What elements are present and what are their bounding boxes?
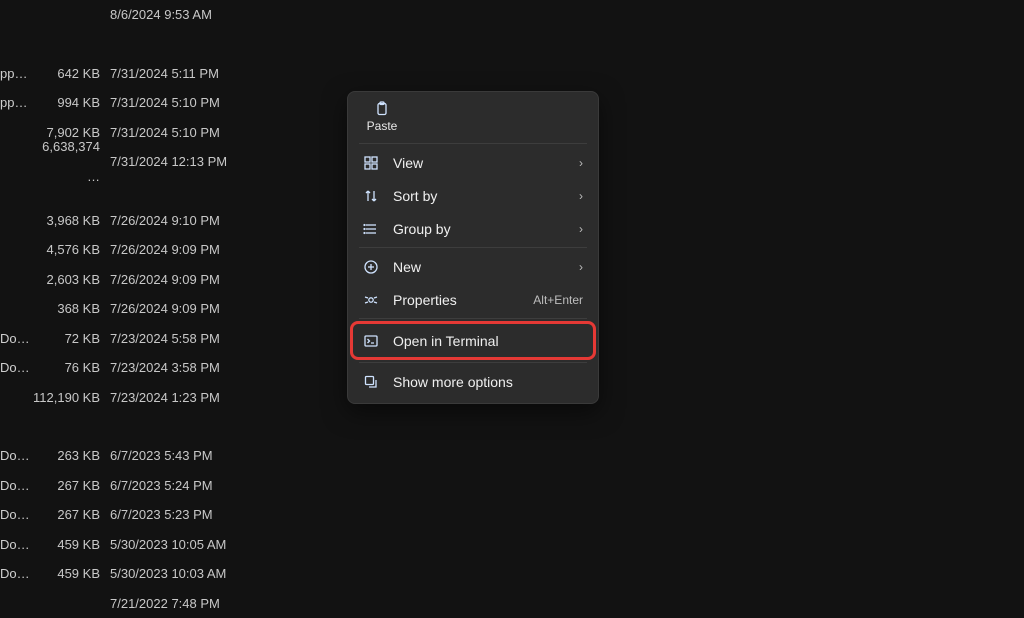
menu-open-in-terminal[interactable]: Open in Terminal	[350, 321, 596, 360]
separator	[359, 247, 587, 248]
file-size-cell: 112,190 KB	[30, 383, 110, 413]
table-row[interactable]: Do…267 KB6/7/2023 5:23 PM	[0, 500, 1024, 530]
file-date-cell: 6/7/2023 5:43 PM	[110, 441, 260, 471]
context-menu-top-row: Paste	[353, 97, 593, 141]
menu-group-by[interactable]: Group by ›	[353, 212, 593, 245]
file-date-cell: 8/6/2024 9:53 AM	[110, 0, 260, 30]
file-date-cell: 7/31/2024 12:13 PM	[110, 147, 260, 177]
table-row[interactable]: 7/21/2022 7:48 PM	[0, 589, 1024, 618]
menu-new[interactable]: New ›	[353, 250, 593, 283]
view-icon	[363, 155, 379, 171]
menu-more-label: Show more options	[393, 374, 583, 390]
file-date-cell: 6/7/2023 5:24 PM	[110, 471, 260, 501]
file-date-cell: 7/31/2024 5:11 PM	[110, 59, 260, 89]
file-date-cell: 5/30/2023 10:05 AM	[110, 530, 260, 560]
file-name-cell: Do…	[0, 471, 30, 501]
file-size-cell: 368 KB	[30, 294, 110, 324]
more-options-icon	[363, 374, 379, 390]
file-name-cell: Do…	[0, 324, 30, 354]
file-date-cell: 7/23/2024 1:23 PM	[110, 383, 260, 413]
file-size-cell: 994 KB	[30, 88, 110, 118]
table-row[interactable]: Do…263 KB6/7/2023 5:43 PM	[0, 441, 1024, 471]
terminal-icon	[363, 333, 379, 349]
menu-open-terminal-label: Open in Terminal	[393, 333, 583, 349]
menu-group-label: Group by	[393, 221, 565, 237]
paste-label: Paste	[367, 119, 398, 133]
menu-properties-shortcut: Alt+Enter	[533, 293, 583, 307]
menu-view-label: View	[393, 155, 565, 171]
file-date-cell: 7/21/2022 7:48 PM	[110, 589, 260, 618]
file-size-cell: 267 KB	[30, 500, 110, 530]
table-row[interactable]: Do…459 KB5/30/2023 10:05 AM	[0, 530, 1024, 560]
file-name-cell: Do…	[0, 441, 30, 471]
table-row[interactable]: Do…459 KB5/30/2023 10:03 AM	[0, 559, 1024, 589]
file-size-cell: 2,603 KB	[30, 265, 110, 295]
table-row[interactable]: 8/6/2024 9:53 AM	[0, 0, 1024, 30]
file-date-cell: 6/7/2023 5:23 PM	[110, 500, 260, 530]
menu-new-label: New	[393, 259, 565, 275]
group-icon	[363, 221, 379, 237]
menu-view[interactable]: View ›	[353, 146, 593, 179]
file-size-cell: 642 KB	[30, 59, 110, 89]
file-name-cell: pp…	[0, 59, 30, 89]
new-icon	[363, 259, 379, 275]
separator	[359, 318, 587, 319]
table-row	[0, 412, 1024, 441]
file-name-cell: Do…	[0, 530, 30, 560]
paste-icon	[374, 101, 390, 117]
file-size-cell: 6,638,374 …	[30, 132, 110, 191]
properties-icon	[363, 292, 379, 308]
file-date-cell: 7/26/2024 9:09 PM	[110, 235, 260, 265]
separator	[359, 143, 587, 144]
file-name-cell: Do…	[0, 500, 30, 530]
chevron-right-icon: ›	[579, 222, 583, 236]
chevron-right-icon: ›	[579, 189, 583, 203]
file-size-cell: 72 KB	[30, 324, 110, 354]
file-date-cell: 7/31/2024 5:10 PM	[110, 88, 260, 118]
file-date-cell: 7/23/2024 3:58 PM	[110, 353, 260, 383]
menu-properties-label: Properties	[393, 292, 519, 308]
file-date-cell: 7/31/2024 5:10 PM	[110, 118, 260, 148]
file-size-cell: 267 KB	[30, 471, 110, 501]
context-menu: Paste View › Sort by › Group by › New ›	[347, 91, 599, 404]
file-size-cell: 76 KB	[30, 353, 110, 383]
table-row[interactable]: pp…642 KB7/31/2024 5:11 PM	[0, 59, 1024, 89]
chevron-right-icon: ›	[579, 260, 583, 274]
sort-icon	[363, 188, 379, 204]
menu-properties[interactable]: Properties Alt+Enter	[353, 283, 593, 316]
table-row	[0, 30, 1024, 59]
file-date-cell: 7/26/2024 9:09 PM	[110, 265, 260, 295]
menu-sort-by[interactable]: Sort by ›	[353, 179, 593, 212]
file-size-cell: 3,968 KB	[30, 206, 110, 236]
file-name-cell: Do…	[0, 353, 30, 383]
file-date-cell: 5/30/2023 10:03 AM	[110, 559, 260, 589]
file-size-cell: 4,576 KB	[30, 235, 110, 265]
chevron-right-icon: ›	[579, 156, 583, 170]
file-name-cell: pp…	[0, 88, 30, 118]
file-name-cell: Do…	[0, 559, 30, 589]
table-row[interactable]: Do…267 KB6/7/2023 5:24 PM	[0, 471, 1024, 501]
menu-sort-label: Sort by	[393, 188, 565, 204]
paste-button[interactable]: Paste	[359, 101, 405, 133]
file-size-cell: 263 KB	[30, 441, 110, 471]
menu-show-more-options[interactable]: Show more options	[353, 365, 593, 398]
file-date-cell: 7/26/2024 9:09 PM	[110, 294, 260, 324]
file-date-cell: 7/23/2024 5:58 PM	[110, 324, 260, 354]
file-date-cell: 7/26/2024 9:10 PM	[110, 206, 260, 236]
separator	[359, 362, 587, 363]
file-size-cell: 459 KB	[30, 559, 110, 589]
file-size-cell: 459 KB	[30, 530, 110, 560]
